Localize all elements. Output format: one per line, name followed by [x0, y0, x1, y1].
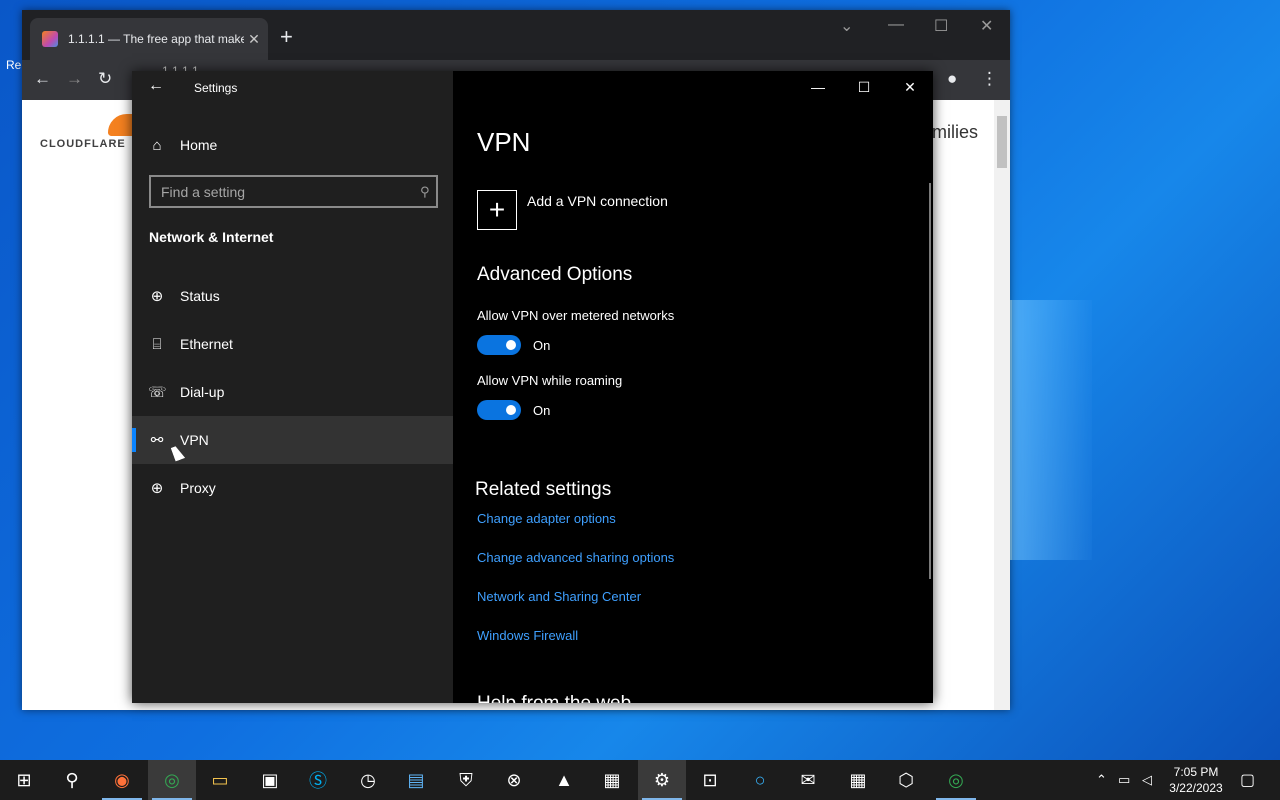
tab-title: 1.1.1.1 — The free app that makes	[68, 32, 244, 46]
browser-close-icon[interactable]: ✕	[980, 16, 993, 36]
option-metered-label: Allow VPN over metered networks	[477, 308, 675, 323]
forward-arrow-icon[interactable]: →	[66, 69, 83, 89]
chrome-icon[interactable]: ◎	[148, 760, 196, 800]
close-icon[interactable]: ✕	[887, 71, 933, 103]
tab-search-icon[interactable]: ⌄	[840, 16, 853, 36]
nav-item-label: Ethernet	[180, 336, 233, 352]
link-windows-firewall[interactable]: Windows Firewall	[477, 628, 578, 643]
settings-gear-icon[interactable]: ⚙	[638, 760, 686, 800]
file-explorer-icon[interactable]: ▭	[196, 760, 244, 800]
advanced-options-heading: Advanced Options	[477, 264, 633, 285]
nav-item-label: Dial-up	[180, 384, 225, 400]
nav-item-proxy[interactable]: ⊕ Proxy	[132, 464, 453, 512]
nav-item-dial-up[interactable]: ☏ Dial-up	[132, 368, 453, 416]
cloudflare-logo: CLOUDFLARE	[40, 138, 126, 150]
app-title: Settings	[194, 81, 238, 95]
back-arrow-icon[interactable]: ←	[34, 69, 51, 89]
metered-toggle[interactable]	[477, 335, 521, 355]
store-icon[interactable]: ⊡	[686, 760, 734, 800]
page-title: VPN	[477, 127, 531, 157]
tab-close-icon[interactable]: ✕	[244, 31, 264, 48]
nav-home-label: Home	[180, 137, 218, 153]
nav-item-ethernet[interactable]: ⌸ Ethernet	[132, 320, 453, 368]
ethernet-icon: ⌸	[152, 335, 162, 353]
plus-icon: +	[477, 190, 517, 230]
start-windows-icon[interactable]: ⊞	[0, 760, 48, 800]
add-vpn-button[interactable]: + Add a VPN connection	[477, 190, 877, 230]
new-tab-button[interactable]: +	[280, 24, 293, 50]
profile-icon[interactable]: ●	[947, 69, 957, 89]
3d-viewer-icon[interactable]: ⬡	[882, 760, 930, 800]
browser-minimize-icon[interactable]: —	[888, 16, 904, 34]
related-settings-heading: Related settings	[475, 479, 612, 500]
browser-maximize-icon[interactable]: ☐	[934, 16, 948, 36]
page-nav-text[interactable]: milies	[932, 122, 978, 143]
roaming-toggle[interactable]	[477, 400, 521, 420]
settings-window: ← Settings ⌂ Home ⚲ Network & Internet ⊕…	[132, 71, 933, 703]
cortana-icon[interactable]: ○	[736, 760, 784, 800]
nav-item-status[interactable]: ⊕ Status	[132, 272, 453, 320]
add-vpn-label: Add a VPN connection	[527, 193, 668, 209]
firefox-icon[interactable]: ◉	[98, 760, 146, 800]
toggle-knob	[506, 340, 516, 350]
date-text: 3/22/2023	[1169, 781, 1223, 795]
section-title: Network & Internet	[149, 229, 274, 245]
nav-item-label: Status	[180, 288, 220, 304]
link-change-adapter-options[interactable]: Change adapter options	[477, 511, 616, 526]
link-network-sharing-center[interactable]: Network and Sharing Center	[477, 589, 641, 604]
home-icon: ⌂	[152, 136, 162, 154]
remote-desktop-icon[interactable]: ▤	[392, 760, 440, 800]
globe-status-icon: ⊕	[150, 288, 164, 305]
taskbar: ⊞ ⚲ ◉ ◎ ▭ ▣ Ⓢ ◷ ▤ ⛨ ⊗ ▲ ▦ ⚙ ⊡ ○ ✉ ▦ ⬡ ◎ …	[0, 760, 1280, 800]
browser-tab-bar: 1.1.1.1 — The free app that makes ✕ + ⌄ …	[22, 10, 1010, 60]
tray-overflow-icon[interactable]: ⌃	[1096, 760, 1107, 800]
help-from-web-heading: Help from the web	[477, 693, 631, 703]
content-scrollbar[interactable]	[929, 183, 931, 579]
vpn-icon: ⚯	[150, 432, 164, 449]
dial-up-icon: ☏	[148, 384, 167, 401]
metered-toggle-state: On	[533, 338, 551, 353]
page-scrollbar-thumb[interactable]	[997, 116, 1007, 168]
reload-icon[interactable]: ↻	[98, 69, 112, 89]
maximize-icon[interactable]: ☐	[841, 71, 887, 103]
link-change-advanced-sharing[interactable]: Change advanced sharing options	[477, 550, 674, 565]
security-shield-icon[interactable]: ⛨	[442, 760, 490, 800]
nav-item-label: VPN	[180, 432, 209, 448]
camera-icon[interactable]: ▣	[246, 760, 294, 800]
desktop-label: Re	[6, 58, 22, 72]
menu-kebab-icon[interactable]: ⋮	[981, 69, 998, 89]
toggle-knob	[506, 405, 516, 415]
time-text: 7:05 PM	[1173, 765, 1219, 779]
nav-home[interactable]: ⌂ Home	[132, 129, 453, 161]
option-roaming-label: Allow VPN while roaming	[477, 373, 623, 388]
search-input[interactable]	[151, 182, 414, 201]
roaming-toggle-state: On	[533, 403, 551, 418]
alarm-clock-icon[interactable]: ◷	[344, 760, 392, 800]
volume-muted-icon[interactable]: ◁	[1142, 760, 1152, 800]
movies-icon[interactable]: ▦	[588, 760, 636, 800]
settings-nav-pane: ← Settings ⌂ Home ⚲ Network & Internet ⊕…	[132, 71, 453, 703]
back-icon[interactable]: ←	[148, 77, 164, 95]
network-icon[interactable]: ▭	[1118, 760, 1130, 800]
page-scrollbar[interactable]	[994, 100, 1010, 710]
search-taskbar-icon[interactable]: ⚲	[48, 760, 96, 800]
notifications-icon[interactable]: ▢	[1240, 760, 1255, 800]
search-icon[interactable]: ⚲	[414, 184, 436, 200]
cloudflare-favicon-icon	[42, 31, 58, 47]
clock[interactable]: 7:05 PM 3/22/2023	[1160, 764, 1232, 796]
globe-proxy-icon: ⊕	[150, 480, 164, 497]
nav-item-label: Proxy	[180, 480, 216, 496]
search-box[interactable]: ⚲	[149, 175, 438, 208]
calculator-icon[interactable]: ▦	[834, 760, 882, 800]
mail-icon[interactable]: ✉	[784, 760, 832, 800]
window-controls: — ☐ ✕	[795, 71, 933, 103]
skype-icon[interactable]: Ⓢ	[294, 760, 342, 800]
xbox-icon[interactable]: ⊗	[490, 760, 538, 800]
photos-icon[interactable]: ▲	[540, 760, 588, 800]
chrome-second-icon[interactable]: ◎	[932, 760, 980, 800]
minimize-icon[interactable]: —	[795, 71, 841, 103]
desktop-window-glow	[1010, 300, 1092, 560]
browser-tab[interactable]: 1.1.1.1 — The free app that makes ✕	[30, 18, 268, 60]
